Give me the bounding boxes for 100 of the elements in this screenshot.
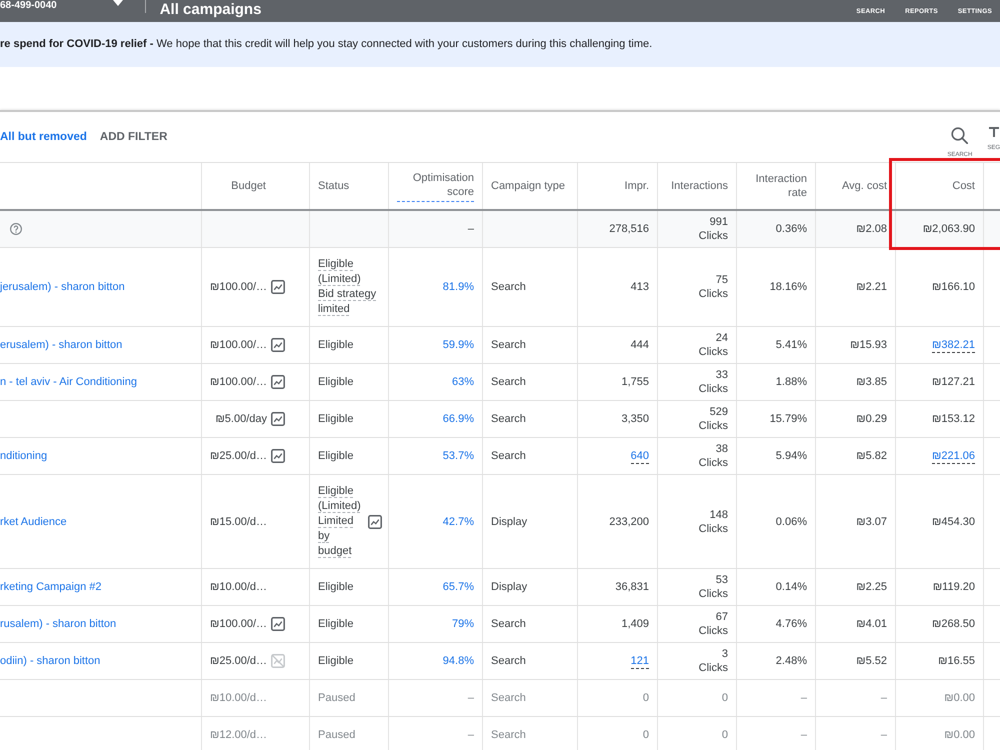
impressions-value[interactable]: 640 — [630, 448, 649, 464]
interaction-rate: 15.79% — [770, 412, 807, 426]
impressions-value: 233,200 — [609, 514, 649, 528]
campaign-name-link[interactable]: erusalem) - sharon bitton — [0, 338, 122, 352]
impressions-value[interactable]: 121 — [630, 654, 649, 668]
cost-value: ₪127.21 — [932, 375, 975, 389]
budget-amount: ₪15.00/d… — [210, 516, 268, 528]
avg-cost: ₪15.93 — [850, 338, 887, 352]
column-header[interactable]: Budget — [202, 163, 310, 209]
interaction-rate: 0.14% — [776, 580, 807, 594]
campaign-type: Search — [491, 412, 526, 426]
campaign-type: Search — [491, 280, 526, 294]
interactions-value: 38 Clicks — [698, 442, 728, 470]
interactions-value: 0 — [722, 691, 728, 705]
interactions-value: 75 Clicks — [698, 273, 728, 301]
campaign-type: Search — [491, 691, 526, 705]
impressions-value: 1,755 — [621, 375, 649, 389]
optimisation-score-link[interactable]: 65.7% — [442, 580, 474, 594]
interactions-value: 53 Clicks — [698, 573, 728, 601]
caret-icon — [112, 0, 123, 6]
interaction-rate: – — [800, 691, 807, 705]
t-shape-icon — [988, 126, 999, 136]
avg-cost: ₪0.29 — [856, 412, 887, 426]
interaction-rate: 1.88% — [776, 375, 807, 389]
cost-value[interactable]: ₪221.06 — [932, 448, 975, 464]
campaign-name-link[interactable]: n - tel aviv - Air Conditioning — [0, 375, 137, 389]
page-title: All campaigns — [160, 1, 262, 19]
column-header[interactable]: Status — [310, 163, 389, 209]
campaign-name-link[interactable]: odiin) - sharon bitton — [0, 654, 100, 668]
cost-value: ₪153.12 — [932, 412, 975, 426]
avg-cost: ₪4.01 — [856, 617, 887, 631]
cost-value: ₪166.10 — [932, 280, 975, 294]
optimisation-score-link[interactable]: 53.7% — [442, 449, 474, 463]
campaign-type: Display — [491, 580, 528, 594]
campaign-name-link[interactable]: jerusalem) - sharon bitton — [0, 280, 125, 294]
optimisation-score-link[interactable]: 94.8% — [442, 654, 474, 668]
column-header[interactable]: Campaign type — [483, 163, 578, 209]
budget-amount: ₪100.00/… — [210, 281, 268, 293]
column-header[interactable]: Cost — [896, 163, 984, 209]
cost-value: ₪268.50 — [932, 617, 975, 631]
interaction-rate: 5.41% — [776, 338, 807, 352]
campaign-name-link[interactable]: rusalem) - sharon bitton — [0, 617, 116, 631]
status-text: Eligible — [318, 412, 354, 426]
budget-amount: ₪100.00/… — [210, 339, 268, 351]
optimisation-score-link[interactable]: 81.9% — [442, 280, 474, 294]
column-header[interactable]: Impr. — [578, 163, 658, 209]
optimisation-score: – — [468, 691, 474, 705]
column-header[interactable]: Avg. cost — [816, 163, 896, 209]
optimisation-score-link[interactable]: 79% — [452, 617, 474, 631]
column-header[interactable]: Optimisation score — [389, 163, 483, 209]
avg-cost: ₪3.85 — [856, 375, 887, 389]
avg-cost: – — [880, 728, 887, 742]
interactions-value: 3 Clicks — [698, 647, 728, 675]
column-header[interactable]: Interactions — [658, 163, 737, 209]
interaction-rate: 2.48% — [776, 654, 807, 668]
cost-value: ₪0.00 — [944, 728, 975, 742]
campaign-type: Display — [491, 514, 528, 528]
account-number: 68-499-0040 — [0, 0, 57, 12]
avg-cost: ₪2.25 — [856, 580, 887, 594]
campaign-name-link[interactable]: nditioning — [0, 449, 48, 463]
status-text: Eligible — [318, 338, 354, 352]
interactions-value: 529 Clicks — [698, 405, 728, 433]
interaction-rate: 18.16% — [770, 280, 807, 294]
impressions-value: 1,409 — [621, 617, 649, 631]
cost-value: ₪119.20 — [932, 580, 975, 594]
impressions-total: 278,516 — [609, 222, 649, 236]
cost-value[interactable]: ₪382.21 — [932, 338, 975, 352]
campaign-name-link[interactable]: rketing Campaign #2 — [0, 580, 102, 594]
optimisation-score-link[interactable]: 42.7% — [442, 514, 474, 528]
status-text: Eligible — [318, 654, 354, 668]
column-header[interactable]: Interaction rate — [737, 163, 816, 209]
cost-total: ₪2,063.90 — [922, 222, 975, 236]
help-icon — [10, 223, 22, 235]
status-filter-link[interactable]: All but removed — [0, 131, 87, 143]
status-text: Eligible (Limited) Limited by budget — [318, 484, 362, 559]
budget-amount: ₪100.00/… — [210, 376, 268, 388]
optimisation-score-link[interactable]: 66.9% — [442, 412, 474, 426]
optimisation-score-link[interactable]: 59.9% — [442, 338, 474, 352]
campaign-type: Search — [491, 654, 526, 668]
add-filter-button[interactable]: ADD FILTER — [100, 131, 168, 143]
campaign-type: Search — [491, 617, 526, 631]
status-text: Eligible (Limited) Bid strategy limited — [318, 257, 378, 317]
optimisation-score-link[interactable]: 63% — [452, 375, 474, 389]
avg-cost: ₪3.07 — [856, 514, 887, 528]
status-text: Eligible — [318, 448, 354, 464]
campaign-type: Search — [491, 375, 526, 389]
interactions-value: 67 Clicks — [698, 610, 728, 638]
interaction-rate: 4.76% — [776, 617, 807, 631]
avg-cost: ₪2.08 — [856, 222, 887, 236]
campaign-type: Search — [491, 449, 526, 463]
optimisation-score: – — [468, 222, 474, 236]
interaction-rate: – — [800, 728, 807, 742]
status-text: Eligible — [318, 374, 354, 390]
cost-value: ₪454.30 — [932, 514, 975, 528]
campaign-type: Search — [491, 728, 526, 742]
campaign-name-link[interactable]: rket Audience — [0, 514, 67, 528]
status-text: Eligible — [318, 580, 354, 594]
budget-amount: ₪25.00/d… — [210, 450, 268, 462]
avg-cost: ₪2.21 — [856, 280, 887, 294]
cost-value: ₪16.55 — [938, 654, 975, 668]
